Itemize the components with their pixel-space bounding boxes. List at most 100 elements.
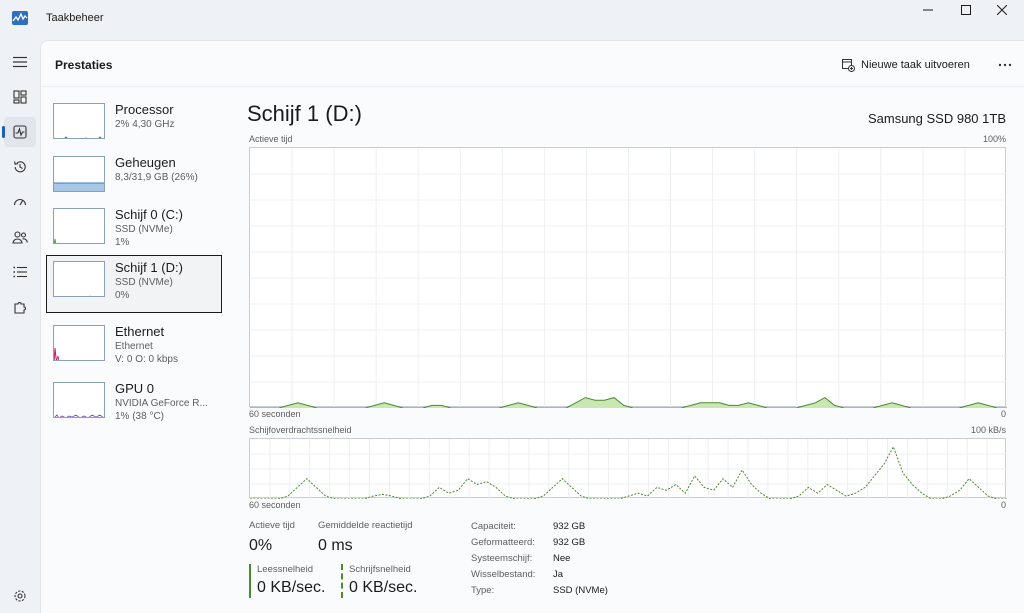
graph2-label: Schijfoverdrachtssnelheid [249, 425, 352, 435]
nav-startup-apps[interactable] [4, 187, 36, 217]
nav-processes[interactable] [4, 82, 36, 112]
detail-title: Schijf 1 (D:) [247, 101, 362, 126]
task-manager-app-icon [12, 11, 28, 25]
resource-name: Geheugen [115, 155, 176, 170]
graph1-label: Actieve tijd [249, 134, 293, 144]
users-icon [12, 231, 28, 244]
read-speed-label: Leessnelheid [257, 564, 313, 575]
resource-name: Processor [115, 102, 174, 117]
close-button[interactable] [980, 0, 1024, 20]
resource-throughput: V: 0 O: 0 kbps [115, 354, 178, 365]
resource-ethernet[interactable]: Ethernet Ethernet V: 0 O: 0 kbps [46, 319, 222, 377]
resource-usage: 0% [115, 290, 130, 301]
property-value: Ja [553, 568, 564, 580]
hamburger-icon [13, 56, 27, 68]
write-speed-value: 0 KB/sec. [349, 579, 418, 596]
resource-processor[interactable]: Processor 2% 4,30 GHz [46, 97, 222, 155]
resource-name: Schijf 1 (D:) [115, 260, 183, 275]
property-value: SSD (NVMe) [553, 584, 608, 596]
resource-detail: 2% 4,30 GHz [115, 119, 175, 130]
nav-users[interactable] [4, 222, 36, 252]
transfer-rate-graph [249, 438, 1007, 499]
more-dots-icon [998, 63, 1012, 67]
property-key: Capaciteit: [471, 520, 516, 532]
resource-memory[interactable]: Geheugen 8,3/31,9 GB (26%) [46, 150, 222, 208]
resource-detail: 8,3/31,9 GB (26%) [115, 172, 198, 183]
disk-properties: Capaciteit: 932 GB Geformatteerd: 932 GB… [471, 518, 608, 598]
minimize-icon [923, 9, 933, 11]
read-speed-value: 0 KB/sec. [257, 579, 326, 596]
gpu-thumbnail-graph [53, 382, 105, 418]
nav-app-history[interactable] [4, 152, 36, 182]
property-row: Systeemschijf: Nee [471, 550, 608, 566]
run-new-task-button[interactable]: Nieuwe taak uitvoeren [842, 54, 970, 76]
title-bar: Taakbeheer [0, 0, 1024, 40]
close-icon [997, 5, 1007, 15]
write-speed-label: Schrijfsnelheid [349, 564, 411, 575]
disk-model: Samsung SSD 980 1TB [867, 111, 1006, 126]
nav-performance[interactable] [2, 117, 36, 147]
more-options-button[interactable] [993, 55, 1017, 75]
resource-disk-1[interactable]: Schijf 1 (D:) SSD (NVMe) 0% [46, 255, 222, 313]
resource-name: Ethernet [115, 324, 165, 339]
nav-details[interactable] [4, 257, 36, 287]
processes-icon [13, 90, 27, 104]
graph1-max-label: 100% [982, 134, 1006, 144]
write-speed-block: Schrijfsnelheid 0 KB/sec. [341, 564, 431, 598]
services-puzzle-icon [14, 302, 26, 314]
resource-type: Ethernet [115, 341, 153, 352]
active-time-label: Actieve tijd [249, 520, 295, 531]
run-task-icon [842, 58, 855, 72]
resource-name: Schijf 0 (C:) [115, 207, 183, 222]
graph1-time-label: 60 seconden [249, 409, 301, 419]
latency-value: 0 ms [318, 537, 353, 554]
settings-button[interactable] [4, 582, 36, 610]
graph1-min-label: 0 [1000, 409, 1006, 419]
active-time-graph [249, 147, 1007, 408]
graph2-time-label: 60 seconden [249, 500, 301, 510]
property-value: 932 GB [553, 520, 586, 532]
property-value: Nee [553, 552, 571, 564]
maximize-icon [961, 5, 971, 15]
run-task-label: Nieuwe taak uitvoeren [861, 59, 970, 71]
property-key: Type: [471, 584, 495, 596]
graph2-min-label: 0 [1000, 500, 1006, 510]
resource-name: GPU 0 [115, 381, 155, 396]
window-title: Taakbeheer [46, 12, 104, 24]
resource-usage: 1% (38 °C) [115, 411, 165, 422]
history-icon [13, 161, 26, 173]
page-title: Prestaties [55, 58, 113, 72]
nav-services[interactable] [4, 292, 36, 322]
main-panel: Prestaties Nieuwe taak uitvoeren Process… [40, 40, 1024, 613]
resource-type: SSD (NVMe) [115, 277, 173, 288]
read-speed-block: Leessnelheid 0 KB/sec. [249, 564, 339, 598]
transfer-rate-graph-canvas [250, 439, 1007, 499]
gear-icon [14, 590, 26, 602]
resource-model: NVIDIA GeForce R... [115, 398, 208, 409]
header-divider [41, 86, 1024, 87]
processor-thumbnail-graph [53, 103, 105, 139]
property-key: Wisselbestand: [471, 568, 536, 580]
active-time-graph-canvas [250, 148, 1007, 408]
disk0-thumbnail-graph [53, 208, 105, 244]
startup-speedometer-icon [13, 199, 27, 206]
latency-label: Gemiddelde reactietijd [318, 520, 413, 531]
property-row: Geformatteerd: 932 GB [471, 534, 608, 550]
memory-thumbnail-graph [53, 156, 105, 192]
resource-disk-0[interactable]: Schijf 0 (C:) SSD (NVMe) 1% [46, 202, 222, 260]
property-key: Geformatteerd: [471, 536, 535, 548]
ethernet-thumbnail-graph [53, 325, 105, 361]
disk1-thumbnail-graph [53, 261, 105, 297]
hamburger-menu-button[interactable] [4, 47, 36, 77]
navigation-rail [0, 40, 40, 613]
resource-gpu-0[interactable]: GPU 0 NVIDIA GeForce R... 1% (38 °C) [46, 376, 222, 434]
property-row: Capaciteit: 932 GB [471, 518, 608, 534]
active-time-value: 0% [249, 537, 273, 554]
property-value: 932 GB [553, 536, 586, 548]
resource-type: SSD (NVMe) [115, 224, 173, 235]
property-key: Systeemschijf: [471, 552, 533, 564]
property-row: Type: SSD (NVMe) [471, 582, 608, 598]
resource-usage: 1% [115, 237, 130, 248]
graph2-max-label: 100 kB/s [970, 425, 1006, 435]
details-list-icon [13, 266, 27, 278]
